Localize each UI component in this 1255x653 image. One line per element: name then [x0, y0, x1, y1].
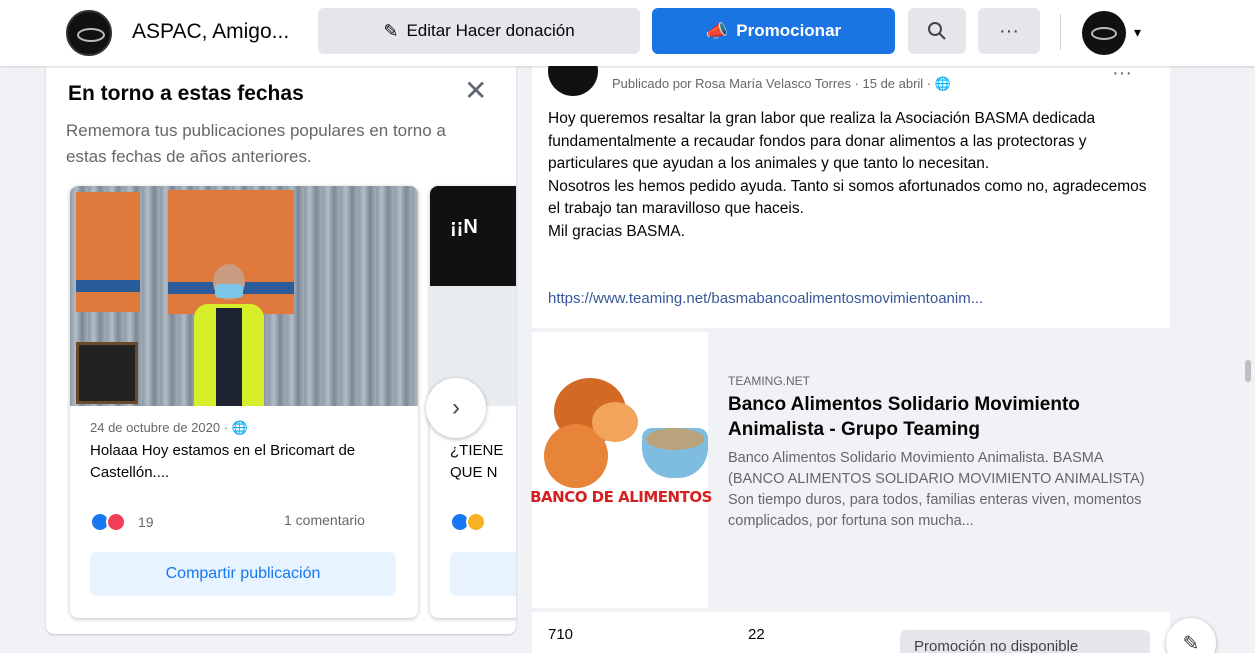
- compose-icon[interactable]: ✎: [1166, 618, 1216, 653]
- link-description: Banco Alimentos Solidario Movimiento Ani…: [728, 450, 1145, 529]
- link-domain: TEAMING.NET: [728, 374, 811, 388]
- reactions[interactable]: [450, 512, 486, 532]
- divider: [1060, 14, 1061, 50]
- link-preview[interactable]: BANCO DE ALIMENTOS TEAMING.NET Banco Ali…: [530, 332, 1170, 608]
- memory-text: Holaaa Hoy estamos en el Bricomart de Ca…: [90, 442, 356, 481]
- pencil-icon: ✎: [383, 20, 399, 41]
- post-text: Hoy queremos resaltar la gran labor que …: [548, 110, 1147, 240]
- poster-graphic: [76, 192, 140, 312]
- memory-photo[interactable]: ¡¡N: [430, 186, 516, 286]
- more-options-button[interactable]: ···: [978, 8, 1040, 54]
- promote-label: Promocionar: [736, 21, 842, 40]
- reactions[interactable]: 19: [90, 512, 154, 532]
- memory-text: ¿TIENE QUE N: [450, 442, 504, 481]
- scrollbar[interactable]: [1245, 360, 1251, 382]
- more-icon: ···: [999, 19, 1019, 42]
- reaction-count: 19: [138, 514, 154, 530]
- edit-donate-button[interactable]: ✎ Editar Hacer donación: [318, 8, 640, 54]
- memories-subtitle: Rememora tus publicaciones populares en …: [66, 121, 446, 166]
- next-arrow-button[interactable]: ›: [426, 378, 486, 438]
- love-icon: [106, 512, 126, 532]
- search-icon: [928, 22, 946, 40]
- post-stats: 710 22 Promoción no disponible: [532, 612, 1170, 653]
- page-header: ASPAC, Amigo... ✎ Editar Hacer donación …: [0, 0, 1255, 66]
- promote-button[interactable]: 📣 Promocionar: [652, 8, 895, 54]
- megaphone-icon: 📣: [705, 20, 729, 41]
- post-meta: Publicado por Rosa María Velasco Torres …: [612, 76, 951, 91]
- memory-date[interactable]: 24 de octubre de 2020 · 🌐: [90, 420, 248, 436]
- account-avatar[interactable]: [1082, 11, 1126, 55]
- page-avatar[interactable]: [66, 10, 112, 56]
- link-title[interactable]: Banco Alimentos Solidario Movimiento Ani…: [728, 392, 1148, 442]
- comment-count[interactable]: 1 comentario: [284, 512, 365, 528]
- link-preview-image[interactable]: BANCO DE ALIMENTOS: [530, 332, 712, 608]
- people-reached: 710: [548, 626, 574, 643]
- page-name[interactable]: ASPAC, Amigo...: [132, 20, 289, 44]
- logo-text: BANCO DE ALIMENTOS: [530, 488, 712, 506]
- search-button[interactable]: [908, 8, 966, 54]
- haha-icon: [466, 512, 486, 532]
- close-icon[interactable]: ✕: [464, 74, 487, 107]
- blackboard-graphic: [76, 342, 138, 404]
- post-link[interactable]: https://www.teaming.net/basmabancoalimen…: [548, 290, 983, 307]
- engagements: 22: [748, 626, 765, 643]
- memory-item[interactable]: 24 de octubre de 2020 · 🌐 Holaaa Hoy est…: [70, 186, 418, 618]
- photo-banner-text: ¡¡N: [450, 216, 478, 238]
- post-card: Publicado por Rosa María Velasco Torres …: [532, 46, 1170, 328]
- edit-donate-label: Editar Hacer donación: [406, 21, 575, 40]
- share-post-button[interactable]: Compartir publicación: [90, 552, 396, 596]
- promotion-unavailable-button[interactable]: Promoción no disponible: [900, 630, 1150, 653]
- chevron-down-icon[interactable]: ▾: [1134, 24, 1141, 41]
- memories-title: En torno a estas fechas: [68, 82, 304, 105]
- memories-card: En torno a estas fechas ✕ Rememora tus p…: [46, 66, 516, 634]
- share-post-button[interactable]: [450, 552, 516, 596]
- memory-photo[interactable]: [70, 186, 418, 406]
- person-graphic: [194, 264, 264, 406]
